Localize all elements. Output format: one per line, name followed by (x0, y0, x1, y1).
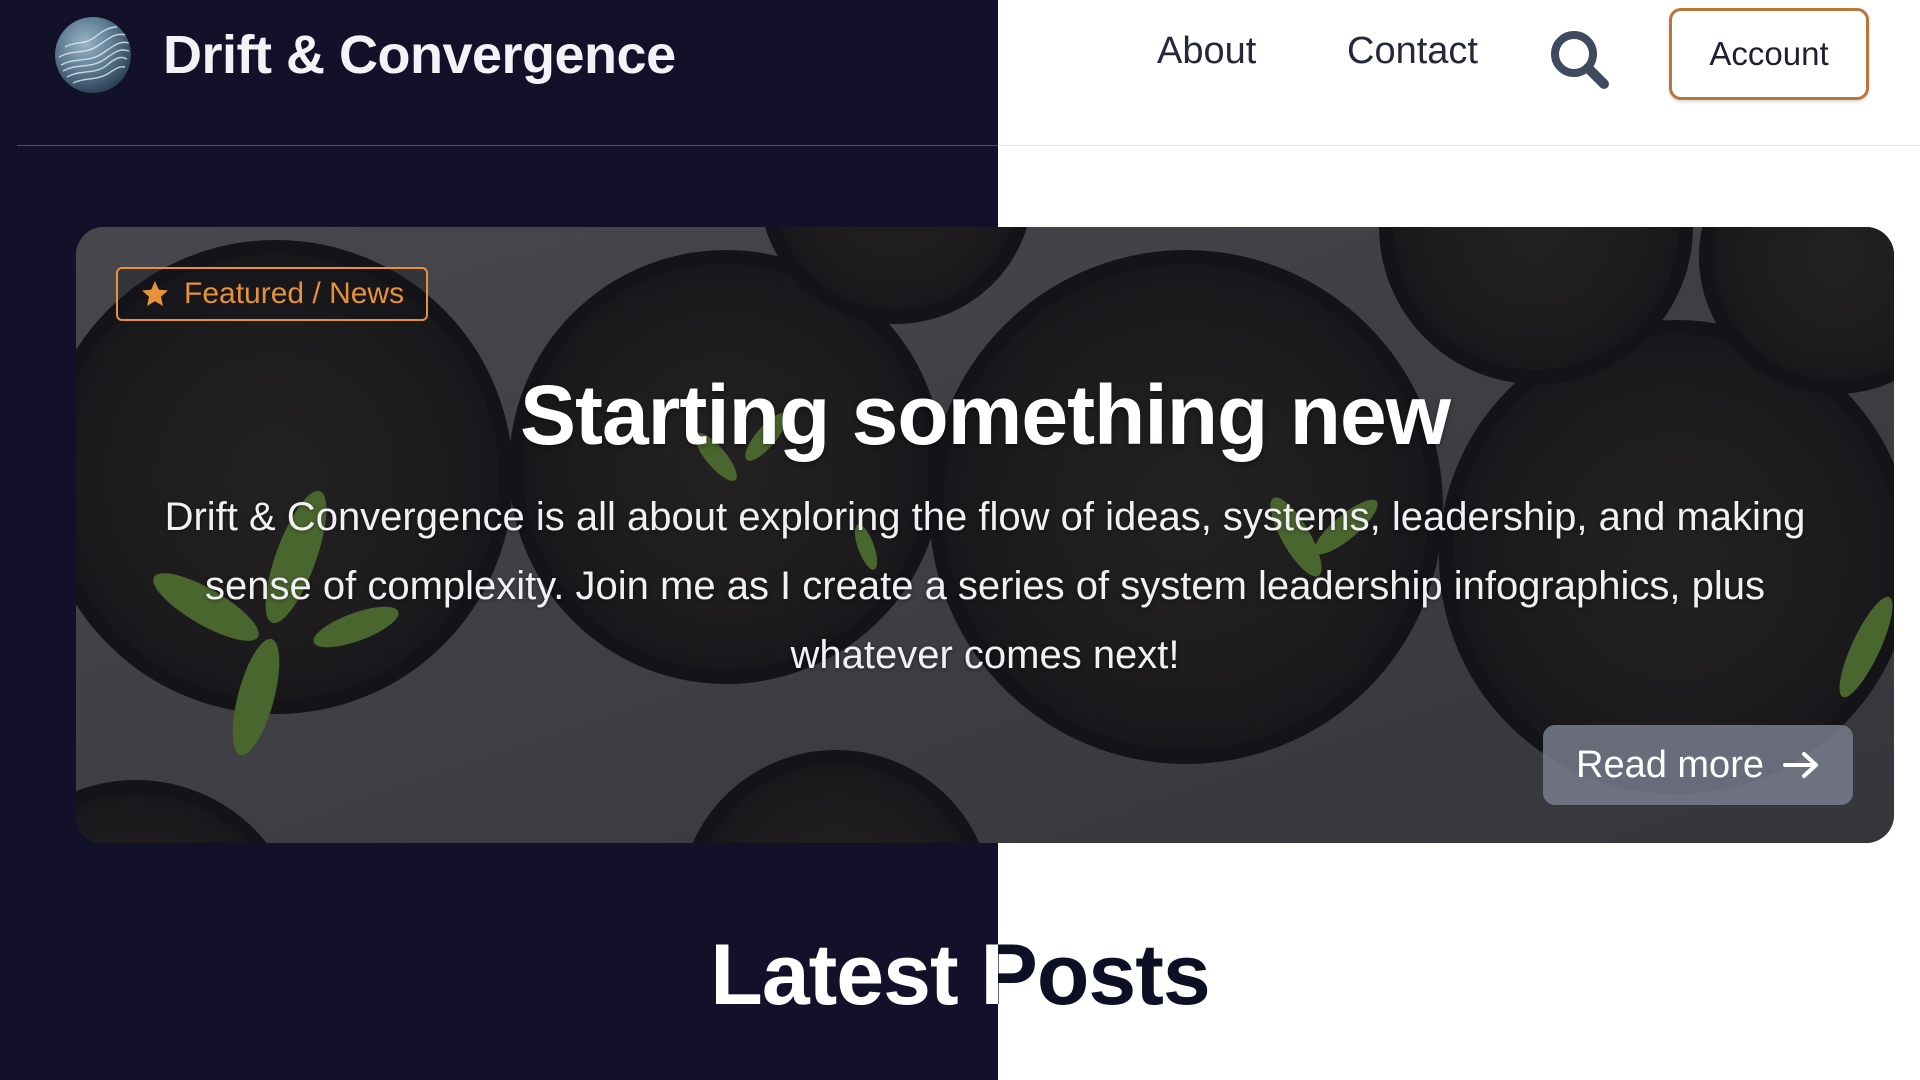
search-button[interactable] (1546, 26, 1612, 92)
globe-logo-icon[interactable] (55, 17, 131, 93)
read-more-button[interactable]: Read more (1543, 725, 1853, 805)
account-button[interactable]: Account (1669, 8, 1869, 100)
hero-description: Drift & Convergence is all about explori… (164, 495, 1806, 677)
hero-title[interactable]: Starting something new (76, 367, 1894, 464)
nav-contact-link[interactable]: Contact (1347, 30, 1478, 73)
read-more-label: Read more (1576, 743, 1764, 786)
header-divider (998, 145, 1920, 146)
badge-label: Featured / News (184, 277, 405, 310)
nav-about-link[interactable]: About (1157, 30, 1256, 73)
featured-hero-card[interactable]: Featured / News Starting something new D… (76, 227, 1894, 843)
latest-posts-heading: Latest Posts Latest Posts (0, 920, 1920, 1030)
header-divider (17, 145, 998, 146)
arrow-right-icon (1782, 752, 1818, 778)
featured-category-badge[interactable]: Featured / News (116, 267, 429, 321)
search-icon (1551, 31, 1609, 89)
star-icon (142, 281, 168, 306)
site-title[interactable]: Drift & Convergence (163, 24, 676, 86)
